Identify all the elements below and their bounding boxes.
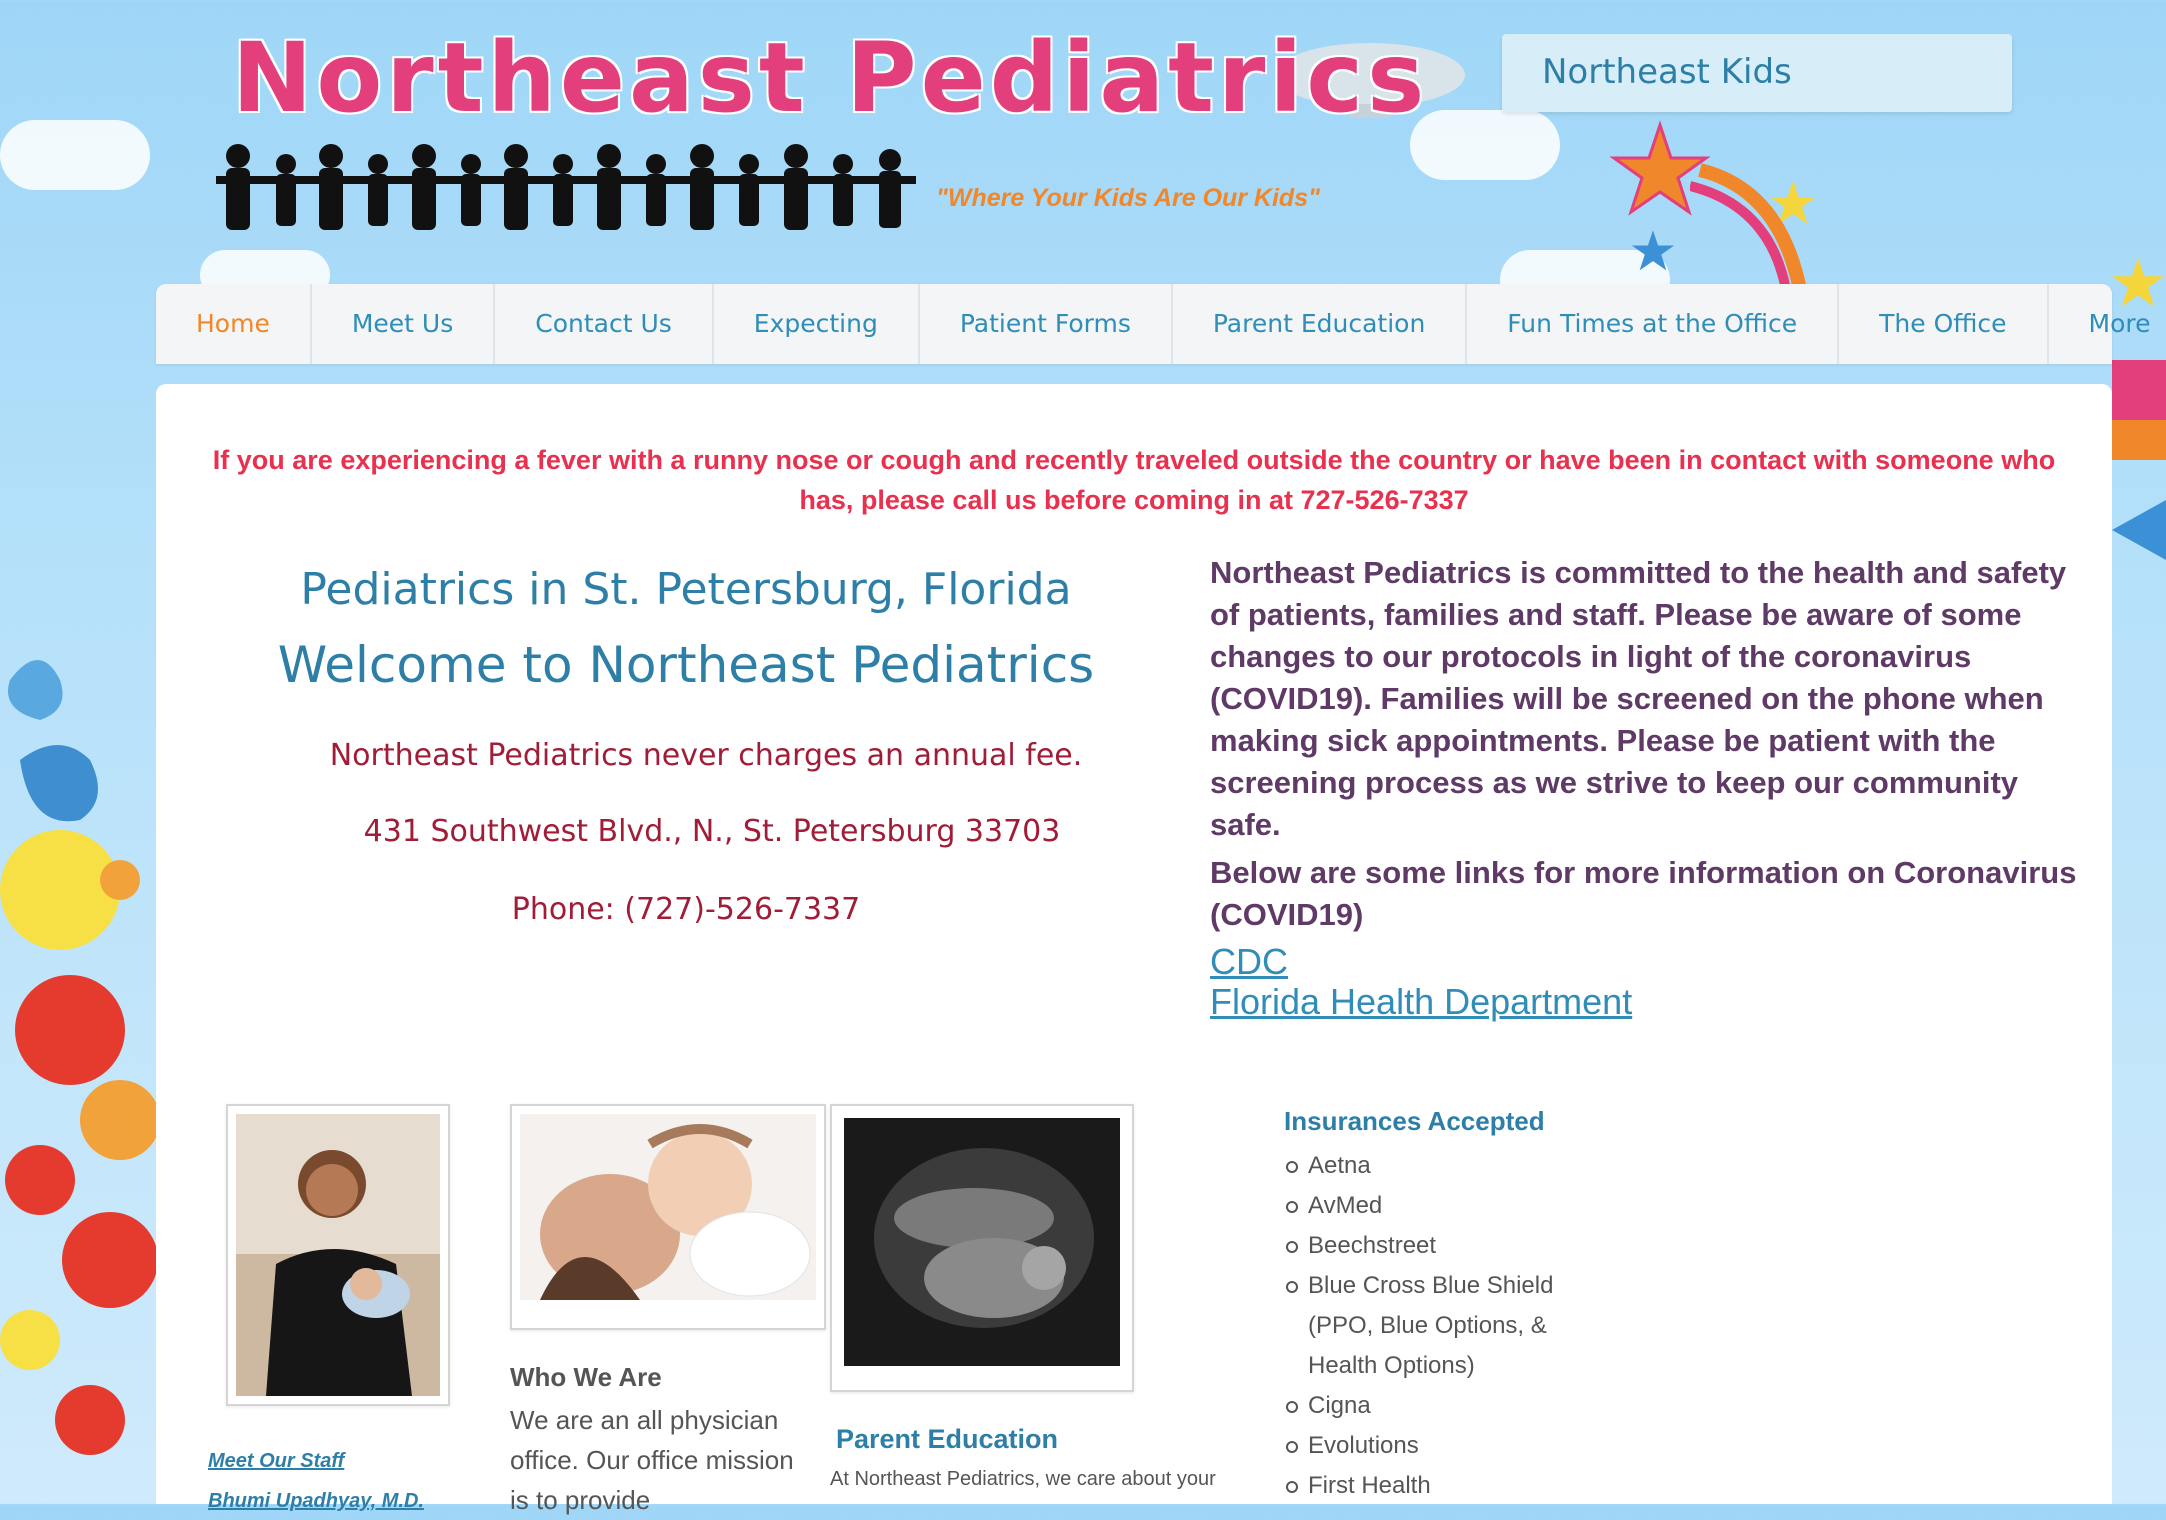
background-cloud (0, 120, 150, 190)
staff-name-link[interactable]: Bhumi Upadhyay, M.D. (208, 1490, 424, 1513)
insurances-title: Insurances Accepted (1284, 1106, 1545, 1136)
covid-links-intro: Below are some links for more informatio… (1210, 855, 2077, 932)
nav-item-meet-us[interactable]: Meet Us (312, 284, 496, 364)
meet-our-staff-link[interactable]: Meet Our Staff (208, 1450, 344, 1473)
rainbow-streak (2112, 360, 2166, 560)
list-item: Evolutions (1286, 1426, 1608, 1466)
site-logo-title[interactable]: Northeast Pediatrics (232, 22, 1428, 134)
cdc-link[interactable]: CDC (1210, 942, 2090, 982)
who-we-are-text: We are an all physician office. Our offi… (510, 1405, 794, 1515)
mother-baby-photo (520, 1114, 816, 1300)
list-item: Aetna (1286, 1146, 1608, 1186)
nav-item-fun-times[interactable]: Fun Times at the Office (1467, 284, 1840, 364)
who-we-are-title: Who We Are (510, 1362, 662, 1392)
header-link-box[interactable]: Northeast Kids (1502, 34, 2012, 112)
office-phone: Phone: (727)-526-7337 (511, 892, 861, 927)
list-item: First Health (1286, 1466, 1608, 1506)
list-item: AvMed (1286, 1186, 1608, 1226)
list-item: Beechstreet (1286, 1226, 1608, 1266)
insurances-list: Aetna AvMed Beechstreet Blue Cross Blue … (1286, 1146, 1608, 1506)
parent-education-text: At Northeast Pediatrics, we care about y… (830, 1468, 1216, 1490)
main-content: If you are experiencing a fever with a r… (156, 384, 2112, 1515)
covid-alert-banner: If you are experiencing a fever with a r… (212, 445, 2056, 515)
list-item: Blue Cross Blue Shield (PPO, Blue Option… (1286, 1266, 1608, 1386)
annual-fee-note: Northeast Pediatrics never charges an an… (329, 738, 1083, 773)
welcome-title: Welcome to Northeast Pediatrics (277, 636, 1095, 694)
nav-item-patient-forms[interactable]: Patient Forms (920, 284, 1173, 364)
nav-item-home[interactable]: Home (156, 284, 312, 364)
nav-item-contact-us[interactable]: Contact Us (495, 284, 714, 364)
office-address: 431 Southwest Blvd., N., St. Petersburg … (363, 814, 1061, 849)
welcome-subtitle: Pediatrics in St. Petersburg, Florida (300, 564, 1072, 615)
nav-item-the-office[interactable]: The Office (1839, 284, 2049, 364)
tagline: "Where Your Kids Are Our Kids" (936, 184, 1320, 212)
rainbow-streak (1690, 163, 1807, 290)
parent-education-title[interactable]: Parent Education (836, 1424, 1058, 1455)
paint-splatter (0, 660, 156, 1455)
staff-photo (236, 1114, 440, 1396)
header-box-label[interactable]: Northeast Kids (1542, 52, 1792, 92)
nav-item-parent-education[interactable]: Parent Education (1173, 284, 1468, 364)
florida-health-link[interactable]: Florida Health Department (1210, 982, 2090, 1022)
star-icon (1631, 230, 1675, 271)
staff-photo-frame (226, 1104, 450, 1406)
nav-item-expecting[interactable]: Expecting (714, 284, 920, 364)
ultrasound-photo (844, 1118, 1120, 1366)
nav-item-more[interactable]: More (2049, 284, 2166, 364)
mother-baby-photo-frame (510, 1104, 826, 1330)
people-silhouette-logo (216, 144, 916, 230)
main-nav: Home Meet Us Contact Us Expecting Patien… (156, 284, 2151, 364)
covid-info-section: Northeast Pediatrics is committed to the… (1210, 552, 2090, 1022)
list-item: Cigna (1286, 1386, 1608, 1426)
ultrasound-photo-frame (830, 1104, 1134, 1392)
covid-paragraph: Northeast Pediatrics is committed to the… (1210, 555, 2067, 842)
